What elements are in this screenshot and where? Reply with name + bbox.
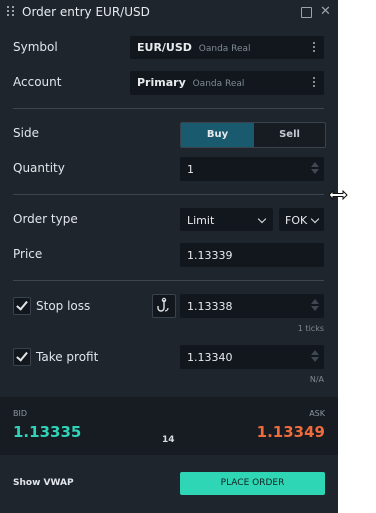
stop-loss-input[interactable]: 1.13338: [180, 294, 324, 318]
account-selector[interactable]: Primary Oanda Real: [130, 71, 324, 95]
take-profit-hint: N/A: [309, 375, 324, 384]
price-value: 1.13339: [187, 249, 233, 262]
quote-panel: BID ASK 1.13335 14 1.13349: [0, 397, 338, 455]
check-icon: [16, 349, 28, 362]
quantity-spinner[interactable]: [311, 160, 320, 176]
account-label: Account: [13, 75, 62, 89]
chevron-down-icon: [310, 214, 320, 224]
price-label: Price: [13, 247, 43, 261]
order-type-select[interactable]: Limit: [180, 208, 273, 231]
divider: [13, 280, 324, 281]
quantity-label: Quantity: [13, 161, 65, 175]
symbol-value: EUR/USD: [137, 41, 192, 54]
chevron-down-icon: [257, 214, 267, 224]
stop-loss-spinner[interactable]: [311, 297, 320, 313]
stop-loss-checkbox[interactable]: [13, 297, 31, 315]
symbol-label: Symbol: [13, 40, 58, 54]
spread-value: 14: [162, 435, 175, 445]
hook-icon: [157, 297, 169, 312]
drag-handle-icon[interactable]: [7, 6, 15, 16]
window-title: Order entry EUR/USD: [22, 5, 150, 19]
stop-loss-value: 1.13338: [187, 300, 233, 313]
buy-button[interactable]: Buy: [181, 123, 254, 147]
side-label: Side: [13, 126, 39, 140]
quantity-stepper[interactable]: 1: [180, 157, 324, 181]
take-profit-input[interactable]: 1.13340: [180, 345, 324, 369]
take-profit-label: Take profit: [36, 350, 99, 364]
stop-loss-hint: 1 ticks: [297, 324, 324, 333]
take-profit-checkbox[interactable]: [13, 348, 31, 366]
order-entry-panel: Order entry EUR/USD ✕ Symbol EUR/USD Oan…: [0, 0, 338, 513]
side-toggle: Buy Sell: [180, 122, 326, 148]
symbol-menu-icon[interactable]: [313, 42, 316, 54]
quantity-value: 1: [187, 163, 194, 176]
sell-button[interactable]: Sell: [254, 123, 325, 147]
show-vwap-toggle[interactable]: Show VWAP: [13, 478, 74, 488]
time-in-force-value: FOK: [285, 214, 308, 227]
time-in-force-select[interactable]: FOK: [279, 208, 324, 231]
order-type-label: Order type: [13, 212, 78, 226]
resize-cursor-icon[interactable]: [328, 190, 348, 200]
price-input[interactable]: 1.13339: [180, 243, 324, 267]
bid-price[interactable]: 1.13335: [13, 423, 81, 441]
ask-price[interactable]: 1.13349: [257, 423, 325, 441]
stop-loss-link-button[interactable]: [152, 294, 176, 318]
symbol-selector[interactable]: EUR/USD Oanda Real: [130, 36, 324, 59]
account-menu-icon[interactable]: [313, 77, 316, 89]
take-profit-spinner[interactable]: [311, 348, 320, 364]
account-source: Oanda Real: [192, 79, 245, 89]
symbol-source: Oanda Real: [198, 44, 251, 54]
bid-label: BID: [13, 409, 28, 418]
divider: [13, 194, 324, 195]
place-order-button[interactable]: PLACE ORDER: [180, 472, 325, 495]
title-bar: Order entry EUR/USD ✕: [0, 0, 338, 26]
check-icon: [16, 298, 28, 311]
close-icon[interactable]: ✕: [320, 5, 331, 18]
maximize-icon[interactable]: [301, 7, 312, 18]
take-profit-value: 1.13340: [187, 351, 233, 364]
account-value: Primary: [137, 76, 186, 89]
stop-loss-label: Stop loss: [36, 299, 91, 313]
order-type-value: Limit: [187, 214, 215, 227]
divider: [13, 108, 324, 109]
ask-label: ASK: [309, 409, 325, 418]
